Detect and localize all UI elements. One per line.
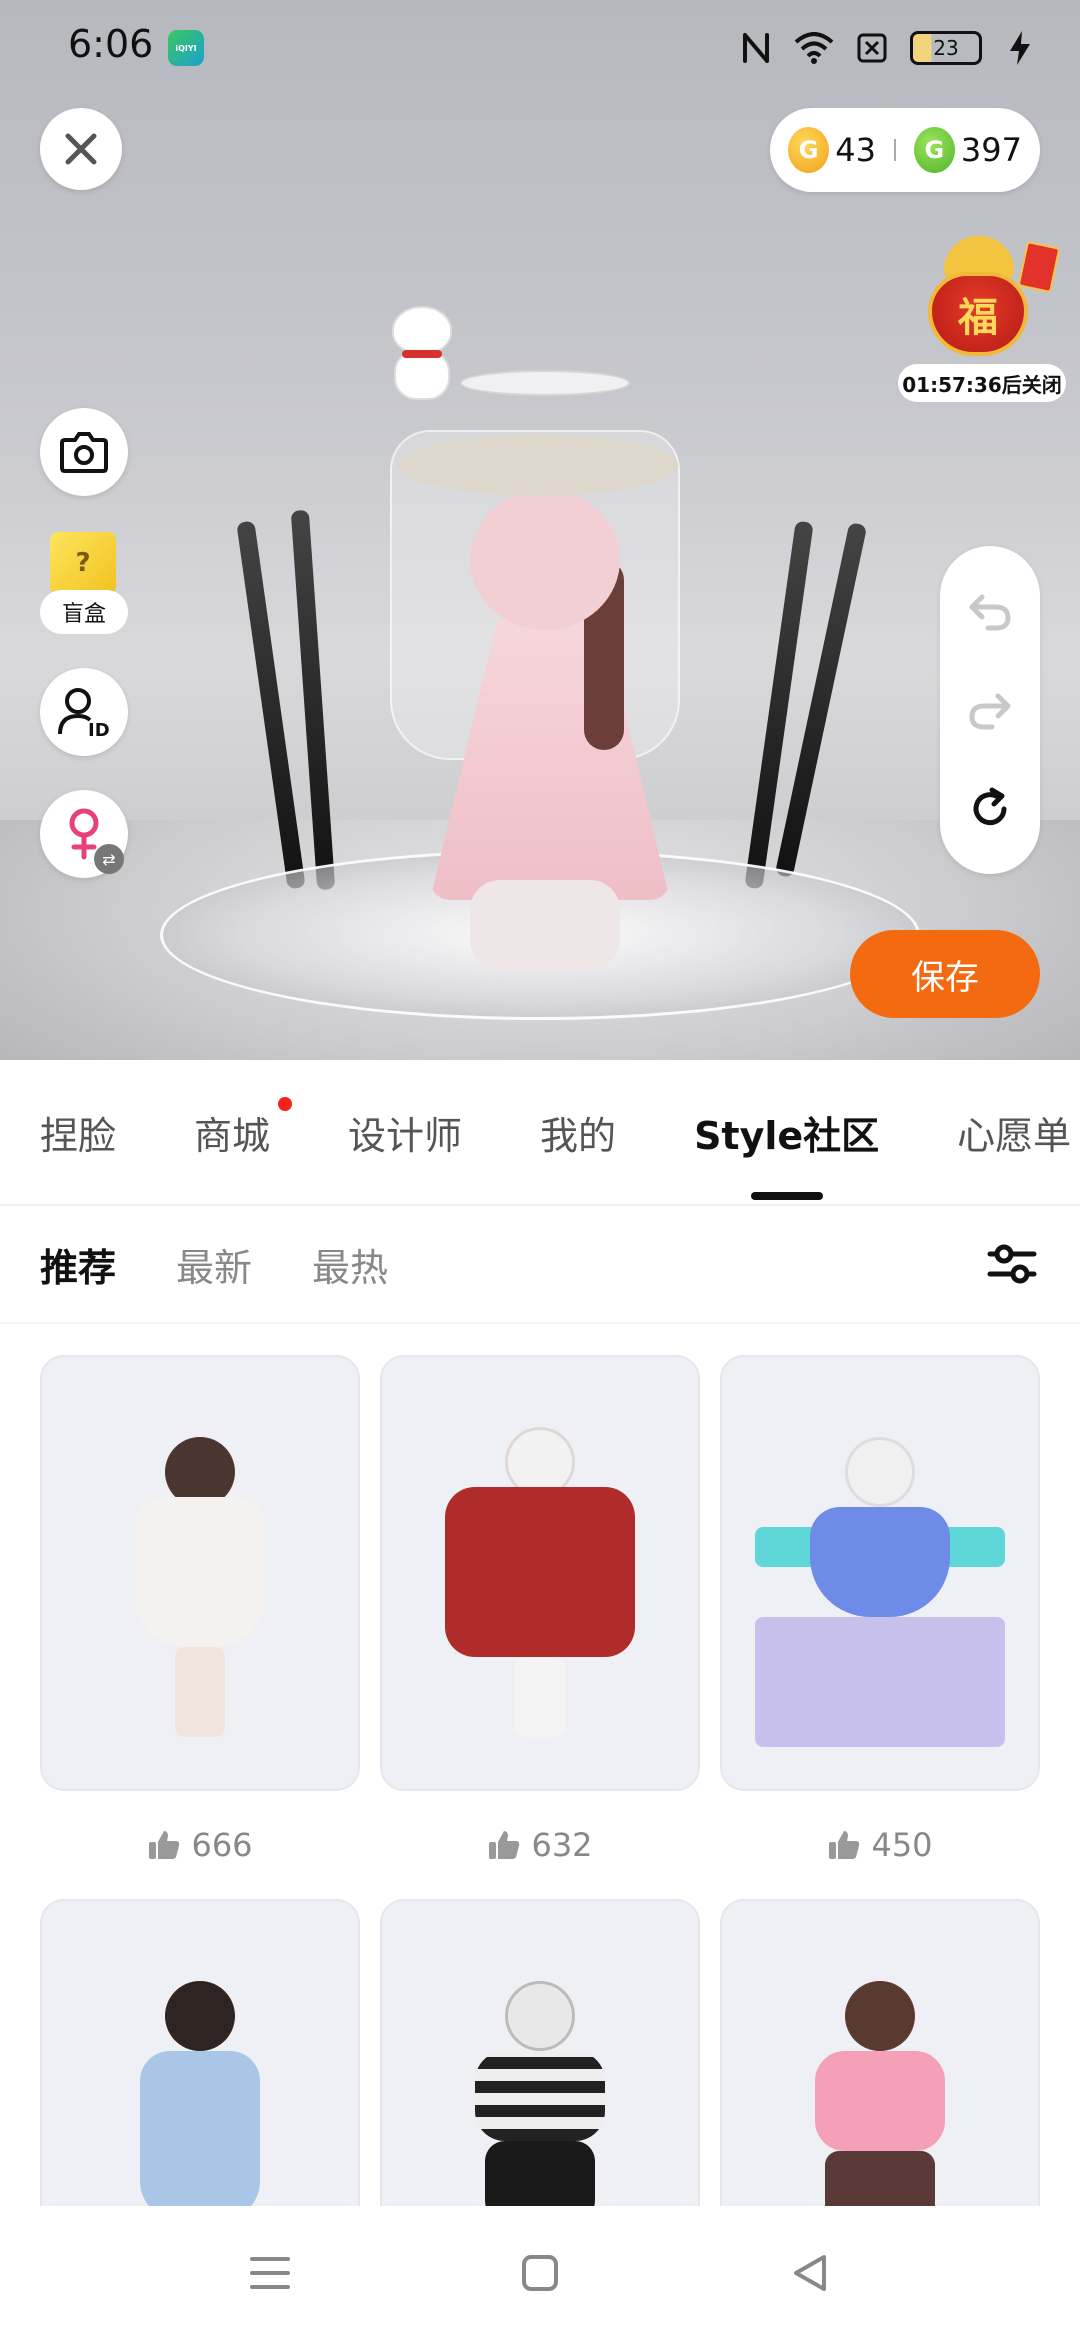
tab-face[interactable]: 捏脸 [40,1105,116,1160]
event-countdown: 01:57:36后关闭 [898,364,1066,402]
main-tabs: 捏脸 商城 设计师 我的 Style社区 心愿单 [0,1060,1080,1206]
thumbs-up-icon [149,1831,180,1859]
active-tab-indicator [750,1191,823,1200]
lucky-bag-event[interactable]: 福 01:57:36后关闭 [898,232,1066,402]
gold-coin-amount: 43 [835,131,876,169]
outfit-thumbnail [40,1899,360,2219]
nfc-icon [736,28,776,68]
camera-button[interactable] [40,408,128,496]
outfit-card[interactable]: 450 [720,1355,1040,1899]
menu-nav-button[interactable] [240,2243,300,2303]
status-time: 6:06 [68,22,154,66]
subtab-hottest[interactable]: 最热 [312,1237,388,1292]
outfit-thumbnail [720,1355,1040,1791]
no-sim-icon [852,28,892,68]
thumbs-up-icon [829,1831,860,1859]
user-id-icon: ID [58,688,110,740]
home-nav-button[interactable] [510,2243,570,2303]
currency-divider [893,139,896,161]
outfit-thumbnail [40,1355,360,1791]
subtab-recommended[interactable]: 推荐 [40,1237,116,1292]
likes-count[interactable]: 450 [720,1791,1040,1899]
tab-designer[interactable]: 设计师 [348,1105,462,1160]
battery-indicator: 23 [910,31,982,65]
avatar-hat [398,434,678,496]
outfit-thumbnail [380,1355,700,1791]
outfit-card[interactable] [40,1899,360,2219]
blind-box-button[interactable]: ? 盲盒 [40,532,128,634]
redo-icon [969,693,1011,730]
menu-icon [250,2257,290,2289]
avatar-stage[interactable]: 6:06 iQIYI 23 G 43 G 397 福 01:57:36后关闭 ?… [0,0,1080,1060]
gender-switch-button[interactable]: ⇄ [40,790,128,878]
tab-mall-label: 商城 [194,1113,271,1158]
green-coin-icon: G [913,127,955,173]
save-button[interactable]: 保存 [850,930,1040,1018]
gold-coin-icon: G [788,127,830,173]
back-nav-button[interactable] [780,2243,840,2303]
avatar-feet [470,880,620,970]
tab-mine[interactable]: 我的 [540,1105,616,1160]
sort-tabs: 推荐 最新 最热 [0,1206,1080,1324]
back-triangle-icon [794,2255,826,2291]
tab-style-community-label: Style社区 [694,1113,880,1158]
outfit-thumbnail [720,1899,1040,2219]
red-envelope-icon [1017,240,1061,294]
likes-count[interactable]: 666 [40,1791,360,1899]
thumbs-up-icon [489,1831,520,1859]
tab-mall[interactable]: 商城 [194,1096,293,1160]
outfit-card[interactable]: 632 [380,1355,700,1899]
reset-button[interactable] [960,779,1020,839]
outfit-card[interactable]: 666 [40,1355,360,1899]
filter-button[interactable] [984,1236,1040,1292]
wifi-icon [794,28,834,68]
undo-button[interactable] [960,581,1020,641]
blind-box-icon: ? [50,532,116,594]
outfit-card[interactable] [720,1899,1040,2219]
subtab-latest[interactable]: 最新 [176,1237,252,1292]
avatar-head [470,490,620,630]
refresh-icon [973,787,1007,825]
likes-count[interactable]: 632 [380,1791,700,1899]
tab-wishlist[interactable]: 心愿单 [957,1105,1071,1160]
close-button[interactable] [40,108,122,190]
swap-icon: ⇄ [94,844,124,874]
lucky-bag-icon: 福 [928,272,1028,356]
status-bar: 6:06 iQIYI 23 [0,0,1080,100]
system-nav-bar [0,2206,1080,2340]
camera-icon [60,432,108,473]
likes-value: 632 [531,1826,593,1864]
charging-icon [1000,28,1040,68]
outfit-thumbnail [380,1899,700,2219]
green-coin-amount: 397 [960,131,1022,169]
close-icon [65,133,97,165]
likes-value: 450 [871,1826,933,1864]
redo-button[interactable] [960,680,1020,740]
avatar-id-button[interactable]: ID [40,668,128,756]
app-badge-icon: iQIYI [168,30,204,66]
undo-icon [969,594,1011,631]
svg-text:ID: ID [88,720,110,740]
filter-sliders-icon [987,1244,1037,1284]
blind-box-label: 盲盒 [40,590,128,634]
lucky-cat-decoration [384,306,460,400]
tab-style-community[interactable]: Style社区 [694,1105,880,1200]
outfit-grid: 666 632 450 [40,1355,1040,2219]
outfit-card[interactable] [380,1899,700,2219]
currency-balance[interactable]: G 43 G 397 [770,108,1040,192]
likes-value: 666 [191,1826,253,1864]
halo-decoration [460,370,630,396]
home-square-icon [522,2255,558,2291]
new-badge-dot [278,1096,293,1111]
history-controls [940,546,1040,874]
